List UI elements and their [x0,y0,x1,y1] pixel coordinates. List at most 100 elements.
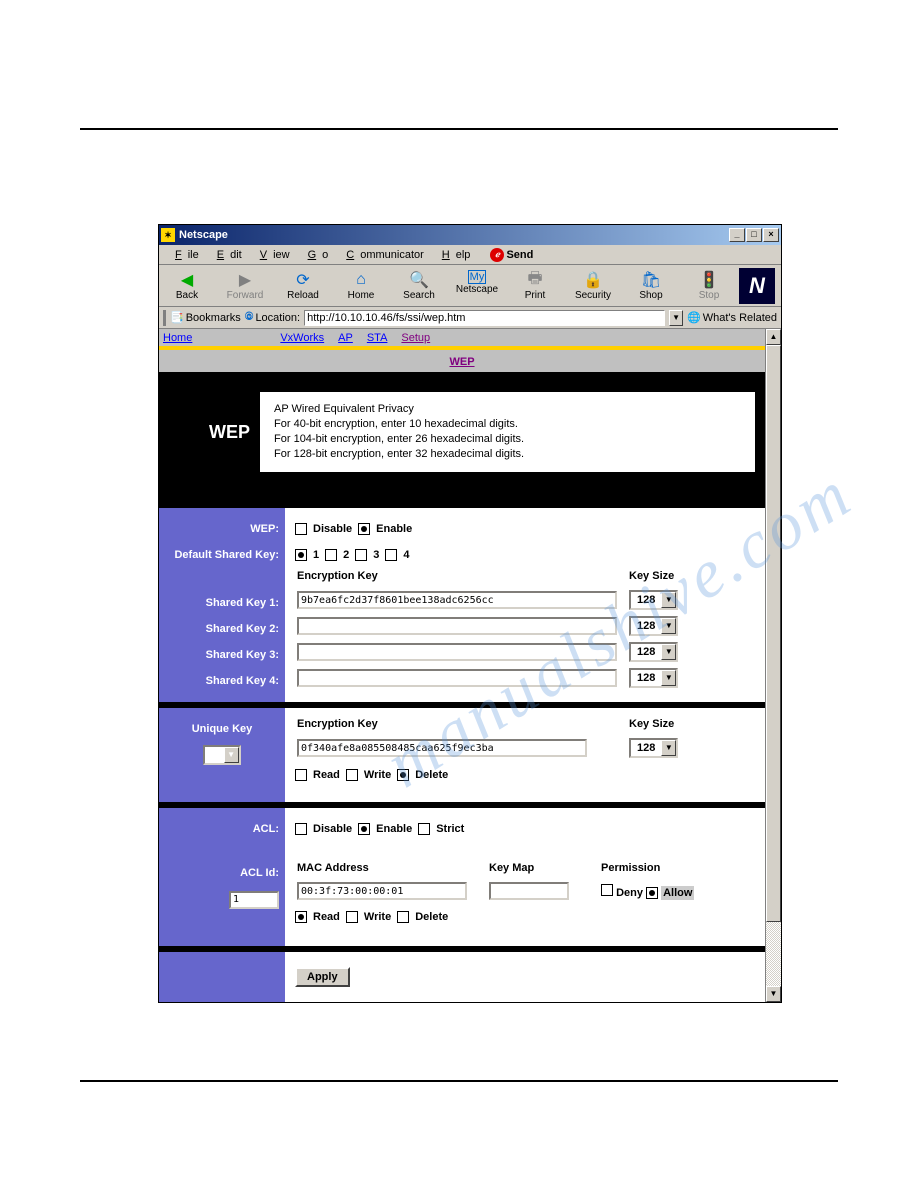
apply-section: Apply [159,946,765,1002]
uk-write-label: Write [364,769,391,781]
dsk-2-radio[interactable] [325,549,337,561]
nav-vxworks[interactable]: VxWorks [280,332,324,344]
menu-help[interactable]: Help [430,249,477,261]
shared-key-1-input[interactable] [297,591,617,609]
keymap-input[interactable] [489,882,569,900]
send-button[interactable]: ℯSend [484,248,539,262]
key-size-1-select[interactable]: 128▼ [629,590,678,610]
uk-enc-key-header: Encryption Key [297,718,627,734]
search-button[interactable]: 🔍Search [397,270,441,301]
menu-view[interactable]: View [248,249,296,261]
dsk-1-radio[interactable] [295,549,307,561]
shared-key-3-input[interactable] [297,643,617,661]
browser-window: ✶ Netscape _ □ × File Edit View Go Commu… [158,224,782,1003]
acl-strict-radio[interactable] [418,823,430,835]
menu-edit[interactable]: Edit [205,249,248,261]
scroll-thumb[interactable] [766,345,781,922]
key-size-4-select[interactable]: 128▼ [629,668,678,688]
close-button[interactable]: × [763,228,779,242]
url-input[interactable] [304,310,665,326]
acl-enable-label: Enable [376,823,412,835]
netscape-button[interactable]: MyNetscape [455,270,499,301]
info-line-4: For 128-bit encryption, enter 32 hexadec… [274,447,741,462]
dsk-4-radio[interactable] [385,549,397,561]
sk3-label: Shared Key 3: [165,642,279,668]
page-content: Home VxWorks AP STA Setup WEP WEP AP Wir… [159,329,781,1002]
scroll-up-button[interactable]: ▲ [766,329,781,345]
shared-key-2-input[interactable] [297,617,617,635]
grip-icon[interactable] [163,310,166,326]
acl-enable-radio[interactable] [358,823,370,835]
stop-button[interactable]: 🚦Stop [687,270,731,301]
nav-home[interactable]: Home [163,332,192,344]
info-line-2: For 40-bit encryption, enter 10 hexadeci… [274,417,741,432]
acl-write-radio[interactable] [346,911,358,923]
reload-button[interactable]: ⟳Reload [281,270,325,301]
scroll-track[interactable] [766,345,781,986]
nav-setup[interactable]: Setup [401,332,430,344]
acl-write-label: Write [364,911,391,923]
netscape-logo: N [739,268,775,304]
unique-key-input[interactable] [297,739,587,757]
print-icon: 🖶 [525,270,545,290]
acl-id-input[interactable] [229,891,279,909]
dsk-3-label: 3 [373,549,379,561]
maximize-button[interactable]: □ [746,228,762,242]
reload-icon: ⟳ [293,270,313,290]
menu-communicator[interactable]: Communicator [334,249,430,261]
wep-disable-radio[interactable] [295,523,307,535]
acl-strict-label: Strict [436,823,464,835]
security-button[interactable]: 🔒Security [571,270,615,301]
print-button[interactable]: 🖶Print [513,270,557,301]
url-dropdown[interactable]: ▼ [669,310,683,326]
perm-header: Permission [601,862,753,878]
bookmarks-button[interactable]: 📑 Bookmarks [170,311,241,324]
location-bar: 📑 Bookmarks 🞋 Location: ▼ 🌐 What's Relat… [159,307,781,329]
key-size-3-select[interactable]: 128▼ [629,642,678,662]
menu-go[interactable]: Go [296,249,335,261]
toolbar: ◀Back ▶Forward ⟳Reload ⌂Home 🔍Search MyN… [159,265,781,307]
wep-enable-radio[interactable] [358,523,370,535]
acl-read-radio[interactable] [295,911,307,923]
mac-header: MAC Address [297,862,487,878]
unique-key-num-select[interactable]: 6▼ [203,745,240,765]
shared-key-4-input[interactable] [297,669,617,687]
shop-button[interactable]: 🛍Shop [629,270,673,301]
page-divider-bottom [80,1080,838,1082]
page-divider-top [80,128,838,130]
uk-read-radio[interactable] [295,769,307,781]
key-size-2-select[interactable]: 128▼ [629,616,678,636]
enc-key-header: Encryption Key [297,570,627,586]
chevron-down-icon: ▼ [661,644,676,660]
dsk-label: Default Shared Key: [165,542,279,568]
allow-radio[interactable] [646,887,658,899]
home-button[interactable]: ⌂Home [339,270,383,301]
dsk-3-radio[interactable] [355,549,367,561]
nav-ap[interactable]: AP [338,332,353,344]
deny-radio[interactable] [601,884,613,896]
info-line-1: AP Wired Equivalent Privacy [274,402,741,417]
keymap-header: Key Map [489,862,599,878]
forward-button[interactable]: ▶Forward [223,270,267,301]
nav-sta[interactable]: STA [367,332,388,344]
netscape-icon: My [468,270,486,284]
back-button[interactable]: ◀Back [165,270,209,301]
wep-tab[interactable]: WEP [449,356,474,368]
whats-related-button[interactable]: 🌐 What's Related [687,311,777,324]
vertical-scrollbar[interactable]: ▲ ▼ [765,329,781,1002]
acl-id-label: ACL Id: [165,860,279,886]
scroll-down-button[interactable]: ▼ [766,986,781,1002]
sk4-label: Shared Key 4: [165,668,279,694]
back-icon: ◀ [177,270,197,290]
acl-disable-radio[interactable] [295,823,307,835]
uk-write-radio[interactable] [346,769,358,781]
mac-input[interactable] [297,882,467,900]
allow-label: Allow [663,887,692,899]
minimize-button[interactable]: _ [729,228,745,242]
apply-button[interactable]: Apply [295,967,350,987]
uk-delete-radio[interactable] [397,769,409,781]
wep-disable-label: Disable [313,523,352,535]
menu-file[interactable]: File [163,249,205,261]
acl-delete-radio[interactable] [397,911,409,923]
uk-key-size-select[interactable]: 128▼ [629,738,678,758]
